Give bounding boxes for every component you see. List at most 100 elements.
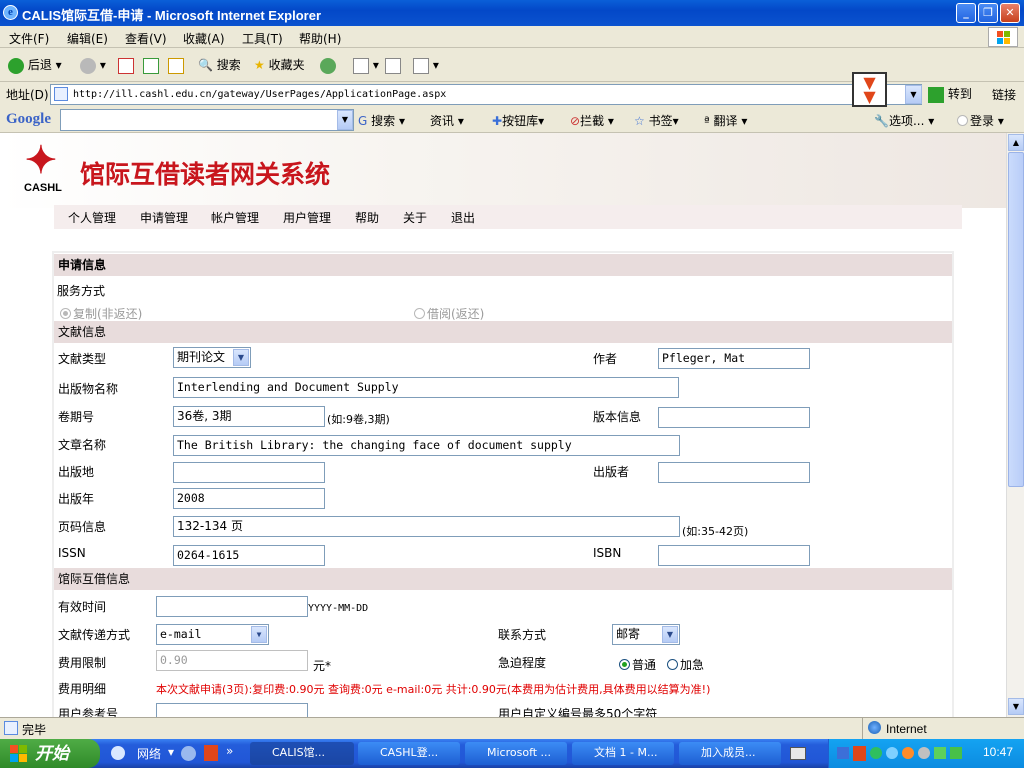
bookmarks-button[interactable]: ☆ 书签▾	[634, 112, 679, 129]
nav-logout[interactable]: 退出	[451, 209, 475, 226]
section-request-info: 申请信息	[54, 254, 952, 276]
contact-select[interactable]: 邮寄 ▼	[612, 624, 680, 645]
pages-field[interactable]: 132-134 页	[173, 516, 680, 537]
options-button[interactable]: 🔧选项... ▾	[874, 112, 934, 129]
ref-field[interactable]	[156, 703, 308, 717]
nav-personal[interactable]: 个人管理	[68, 209, 116, 226]
isbn-field[interactable]	[658, 545, 810, 566]
tray-icon-8[interactable]	[950, 747, 962, 759]
pub-name-field[interactable]: Interlending and Document Supply	[173, 377, 679, 398]
task-document[interactable]: 文档 1 - M...	[572, 742, 674, 765]
back-button[interactable]: 后退 ▾	[8, 56, 62, 76]
chevron-down-icon: ▼	[251, 626, 267, 643]
login-icon	[957, 115, 968, 126]
windows-flag-icon	[10, 745, 28, 762]
menu-tools[interactable]: 工具(T)	[242, 30, 283, 47]
copy-radio[interactable]: 复制(非返还)	[60, 305, 142, 322]
keyboard-icon[interactable]	[790, 747, 806, 760]
google-buttons-button[interactable]: ✚按钮库▾	[492, 112, 544, 129]
favorites-button[interactable]: ★ 收藏夹	[254, 56, 305, 76]
stop-button[interactable]	[118, 56, 134, 76]
search-button[interactable]: 🔍 搜索	[198, 56, 241, 76]
task-calis[interactable]: CALIS馆...	[250, 742, 354, 765]
refresh-button[interactable]	[143, 56, 159, 76]
forward-button[interactable]: ▾	[80, 56, 106, 76]
window-title-bar[interactable]: e CALIS馆际互借-申请 - Microsoft Internet Expl…	[0, 0, 1024, 26]
volume-field[interactable]: 36卷, 3期	[173, 406, 325, 427]
task-cashl[interactable]: CASHL登...	[358, 742, 460, 765]
nav-help[interactable]: 帮助	[355, 209, 379, 226]
nav-requests[interactable]: 申请管理	[140, 209, 188, 226]
task-join-member[interactable]: 加入成员...	[679, 742, 781, 765]
valid-time-field[interactable]	[156, 596, 308, 617]
tray-icon-5[interactable]	[902, 747, 914, 759]
article-label: 文章名称	[58, 438, 107, 452]
address-url: http://ill.cashl.edu.cn/gateway/UserPage…	[73, 89, 447, 100]
edition-field[interactable]	[658, 407, 810, 428]
google-dropdown-button[interactable]: ▼	[337, 110, 353, 130]
loan-radio[interactable]: 借阅(返还)	[414, 305, 484, 322]
start-button[interactable]: 开始	[0, 739, 100, 768]
google-search-input[interactable]	[60, 109, 354, 131]
nav-users[interactable]: 用户管理	[283, 209, 331, 226]
menu-favorites[interactable]: 收藏(A)	[183, 30, 225, 47]
zone-text: Internet	[886, 722, 927, 736]
quicklaunch-download-icon[interactable]	[204, 745, 218, 761]
download-arrow-icon[interactable]: ▼ ▼	[852, 72, 887, 107]
doc-type-select[interactable]: 期刊论文 ▼	[173, 347, 251, 368]
article-field[interactable]: The British Library: the changing face o…	[173, 435, 680, 456]
block-icon: ⊘	[570, 114, 581, 128]
address-input[interactable]: http://ill.cashl.edu.cn/gateway/UserPage…	[50, 84, 922, 105]
popup-block-button[interactable]: ⊘拦截 ▾	[570, 112, 614, 129]
print-button[interactable]	[385, 56, 401, 76]
minimize-button[interactable]: _	[956, 3, 976, 23]
menu-help[interactable]: 帮助(H)	[299, 30, 341, 47]
google-news-button[interactable]: 资讯 ▾	[430, 112, 464, 129]
scroll-thumb[interactable]	[1008, 152, 1024, 487]
close-button[interactable]: ✕	[1000, 3, 1020, 23]
vertical-scrollbar[interactable]: ▲ ▼	[1006, 133, 1024, 717]
task-microsoft[interactable]: Microsoft ...	[465, 742, 567, 765]
address-dropdown-button[interactable]: ▼	[905, 85, 922, 104]
place-field[interactable]	[173, 462, 325, 483]
urgency-urgent-radio[interactable]: 加急	[667, 656, 704, 673]
delivery-select[interactable]: e-mail ▼	[156, 624, 269, 645]
cashl-logo-icon: ✦	[25, 140, 57, 182]
quicklaunch-ie-icon[interactable]	[111, 746, 125, 760]
tray-icon-1[interactable]	[837, 747, 849, 759]
publisher-field[interactable]	[658, 462, 810, 483]
scroll-up-button[interactable]: ▲	[1008, 134, 1024, 151]
mail-button[interactable]: ▾	[353, 56, 379, 76]
google-search-button[interactable]: G 搜索 ▾	[358, 112, 405, 129]
edit-icon	[413, 57, 429, 74]
menu-edit[interactable]: 编辑(E)	[67, 30, 108, 47]
nav-about[interactable]: 关于	[403, 209, 427, 226]
urgency-normal-radio[interactable]: 普通	[619, 656, 656, 673]
year-field[interactable]: 2008	[173, 488, 325, 509]
tray-icon-4[interactable]	[886, 747, 898, 759]
tray-icon-7[interactable]	[934, 747, 946, 759]
menu-file[interactable]: 文件(F)	[9, 30, 49, 47]
scroll-down-button[interactable]: ▼	[1008, 698, 1024, 715]
quicklaunch-more-icon[interactable]: »	[226, 744, 233, 758]
network-toolbar[interactable]: 网络	[137, 745, 161, 762]
tray-icon-3[interactable]	[870, 747, 882, 759]
history-button[interactable]	[320, 56, 336, 76]
tray-icon-6[interactable]	[918, 747, 930, 759]
restore-button[interactable]: ❐	[978, 3, 998, 23]
nav-accounts[interactable]: 帐户管理	[211, 209, 259, 226]
translate-button[interactable]: ª 翻译 ▾	[704, 112, 747, 129]
network-dropdown-icon[interactable]: ▾	[168, 745, 174, 759]
tray-download-icon[interactable]	[853, 746, 866, 761]
go-button[interactable]: 转到	[928, 85, 972, 103]
login-button[interactable]: 登录 ▾	[957, 112, 1004, 129]
links-button[interactable]: 链接	[992, 86, 1016, 103]
valid-time-hint: YYYY-MM-DD	[308, 603, 369, 614]
quicklaunch-icon[interactable]	[181, 746, 196, 761]
author-field[interactable]: Pfleger, Mat	[658, 348, 810, 369]
home-button[interactable]	[168, 56, 184, 76]
star-icon: ★	[254, 58, 265, 72]
edit-button[interactable]: ▾	[413, 56, 439, 76]
issn-field[interactable]: 0264-1615	[173, 545, 325, 566]
menu-view[interactable]: 查看(V)	[125, 30, 167, 47]
